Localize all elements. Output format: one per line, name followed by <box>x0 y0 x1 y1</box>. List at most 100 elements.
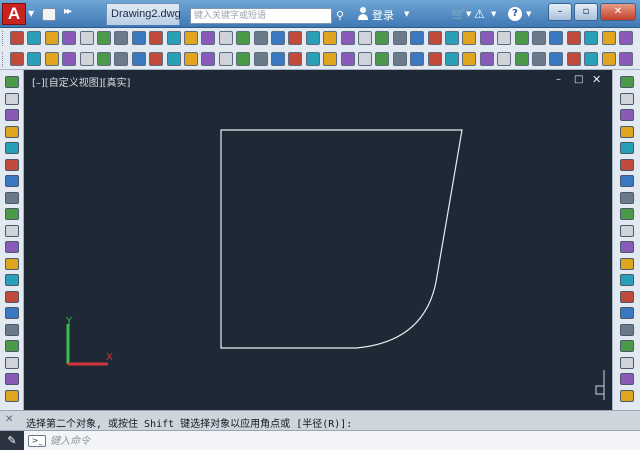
modify-tool-icon[interactable] <box>620 257 634 270</box>
modeling-tool-icon[interactable] <box>566 31 581 45</box>
close-button[interactable]: ✕ <box>600 3 636 21</box>
draw-tool-icon[interactable] <box>5 92 19 105</box>
app-menu-dropdown-arrow[interactable]: ▼ <box>28 9 34 18</box>
draw-tool-icon[interactable] <box>5 389 19 402</box>
modeling-tool-icon[interactable] <box>445 31 459 45</box>
modify-tool-icon[interactable] <box>620 356 634 369</box>
draw-tool-icon[interactable] <box>5 109 19 121</box>
visual-style-tool-icon[interactable] <box>305 52 320 66</box>
visual-style-tool-icon[interactable] <box>27 52 42 66</box>
visual-style-tool-icon[interactable] <box>514 52 529 66</box>
visual-style-tool-icon[interactable] <box>392 52 407 66</box>
quick-access-expand-icon[interactable]: ▸▸ <box>64 6 72 17</box>
modify-tool-icon[interactable] <box>620 125 634 138</box>
modify-tool-icon[interactable] <box>620 208 634 220</box>
modify-tool-icon[interactable] <box>620 142 634 154</box>
visual-style-tool-icon[interactable] <box>149 52 164 66</box>
modeling-tool-icon[interactable] <box>97 31 111 45</box>
modeling-tool-icon[interactable] <box>497 31 512 45</box>
visual-style-tool-icon[interactable] <box>201 52 216 66</box>
visual-style-tool-icon[interactable] <box>288 52 303 66</box>
command-input[interactable] <box>50 433 630 449</box>
visual-style-tool-icon[interactable] <box>532 52 546 66</box>
visual-style-tool-icon[interactable] <box>218 52 233 66</box>
visual-style-tool-icon[interactable] <box>497 52 512 66</box>
visual-style-tool-icon[interactable] <box>427 52 442 66</box>
drawing-canvas[interactable]: Y X <box>24 70 612 410</box>
command-line-close-button[interactable]: ✕ <box>5 414 13 425</box>
modeling-tool-icon[interactable] <box>62 31 77 45</box>
cart-dropdown-arrow[interactable]: ▼ <box>466 10 471 18</box>
modeling-tool-icon[interactable] <box>323 31 338 45</box>
minimize-button[interactable]: – <box>548 3 572 21</box>
quick-access-new-button[interactable] <box>42 8 56 21</box>
modeling-tool-icon[interactable] <box>114 31 129 45</box>
visual-style-tool-icon[interactable] <box>375 52 390 66</box>
draw-tool-icon[interactable] <box>5 208 19 220</box>
visual-style-tool-icon[interactable] <box>549 52 564 66</box>
modify-tool-icon[interactable] <box>620 158 634 171</box>
modeling-tool-icon[interactable] <box>44 31 59 45</box>
binoculars-icon[interactable]: ⚲ <box>336 9 344 22</box>
visual-style-tool-icon[interactable] <box>445 52 459 66</box>
draw-tool-icon[interactable] <box>5 158 19 171</box>
maximize-button[interactable]: ▫ <box>574 3 598 21</box>
modeling-tool-icon[interactable] <box>253 31 268 45</box>
visual-style-tool-icon[interactable] <box>619 52 633 66</box>
visual-style-tool-icon[interactable] <box>358 52 372 66</box>
modeling-tool-icon[interactable] <box>375 31 390 45</box>
visual-style-tool-icon[interactable] <box>253 52 268 66</box>
viewport-close-button[interactable]: ✕ <box>592 73 601 86</box>
modeling-tool-icon[interactable] <box>514 31 529 45</box>
modeling-tool-icon[interactable] <box>532 31 546 45</box>
visual-style-tool-icon[interactable] <box>479 52 494 66</box>
search-input[interactable]: 键入关键字或短语 <box>190 8 332 24</box>
modeling-tool-icon[interactable] <box>479 31 494 45</box>
visual-style-tool-icon[interactable] <box>114 52 129 66</box>
modify-tool-icon[interactable] <box>620 76 634 88</box>
draw-tool-icon[interactable] <box>5 76 19 88</box>
visual-style-tool-icon[interactable] <box>410 52 425 66</box>
modeling-tool-icon[interactable] <box>27 31 42 45</box>
visual-style-tool-icon[interactable] <box>584 52 599 66</box>
visual-style-tool-icon[interactable] <box>97 52 111 66</box>
draw-tool-icon[interactable] <box>5 224 19 237</box>
draw-tool-icon[interactable] <box>5 290 19 303</box>
modeling-tool-icon[interactable] <box>184 31 198 45</box>
exchange-dropdown-arrow[interactable]: ▼ <box>491 10 496 18</box>
visual-style-tool-icon[interactable] <box>79 52 94 66</box>
modeling-tool-icon[interactable] <box>358 31 372 45</box>
draw-tool-icon[interactable] <box>5 307 19 319</box>
drawing-area[interactable]: Y X [–][自定义视图][真实] – □ ✕ <box>24 70 612 410</box>
visual-style-tool-icon[interactable] <box>340 52 355 66</box>
user-icon[interactable] <box>357 7 369 21</box>
modeling-tool-icon[interactable] <box>584 31 599 45</box>
modeling-tool-icon[interactable] <box>305 31 320 45</box>
modeling-tool-icon[interactable] <box>601 31 616 45</box>
modeling-tool-icon[interactable] <box>288 31 303 45</box>
modeling-tool-icon[interactable] <box>236 31 251 45</box>
visual-style-tool-icon[interactable] <box>236 52 251 66</box>
modeling-tool-icon[interactable] <box>619 31 633 45</box>
modify-tool-icon[interactable] <box>620 389 634 402</box>
viewport-restore-button[interactable]: □ <box>574 74 583 85</box>
modeling-tool-icon[interactable] <box>131 31 146 45</box>
draw-tool-icon[interactable] <box>5 373 19 385</box>
viewport-controls-label[interactable]: [–][自定义视图][真实] <box>32 74 130 89</box>
modeling-tool-icon[interactable] <box>271 31 285 45</box>
visual-style-tool-icon[interactable] <box>601 52 616 66</box>
modify-tool-icon[interactable] <box>620 241 634 253</box>
draw-tool-icon[interactable] <box>5 125 19 138</box>
document-tab[interactable]: Drawing2.dwg <box>106 3 181 25</box>
modeling-tool-icon[interactable] <box>218 31 233 45</box>
visual-style-tool-icon[interactable] <box>166 52 181 66</box>
draw-tool-icon[interactable] <box>5 191 19 204</box>
modeling-tool-icon[interactable] <box>427 31 442 45</box>
modify-tool-icon[interactable] <box>620 92 634 105</box>
visual-style-tool-icon[interactable] <box>44 52 59 66</box>
modeling-tool-icon[interactable] <box>201 31 216 45</box>
modify-tool-icon[interactable] <box>620 373 634 385</box>
modeling-tool-icon[interactable] <box>149 31 164 45</box>
modify-tool-icon[interactable] <box>620 323 634 336</box>
visual-style-tool-icon[interactable] <box>462 52 477 66</box>
